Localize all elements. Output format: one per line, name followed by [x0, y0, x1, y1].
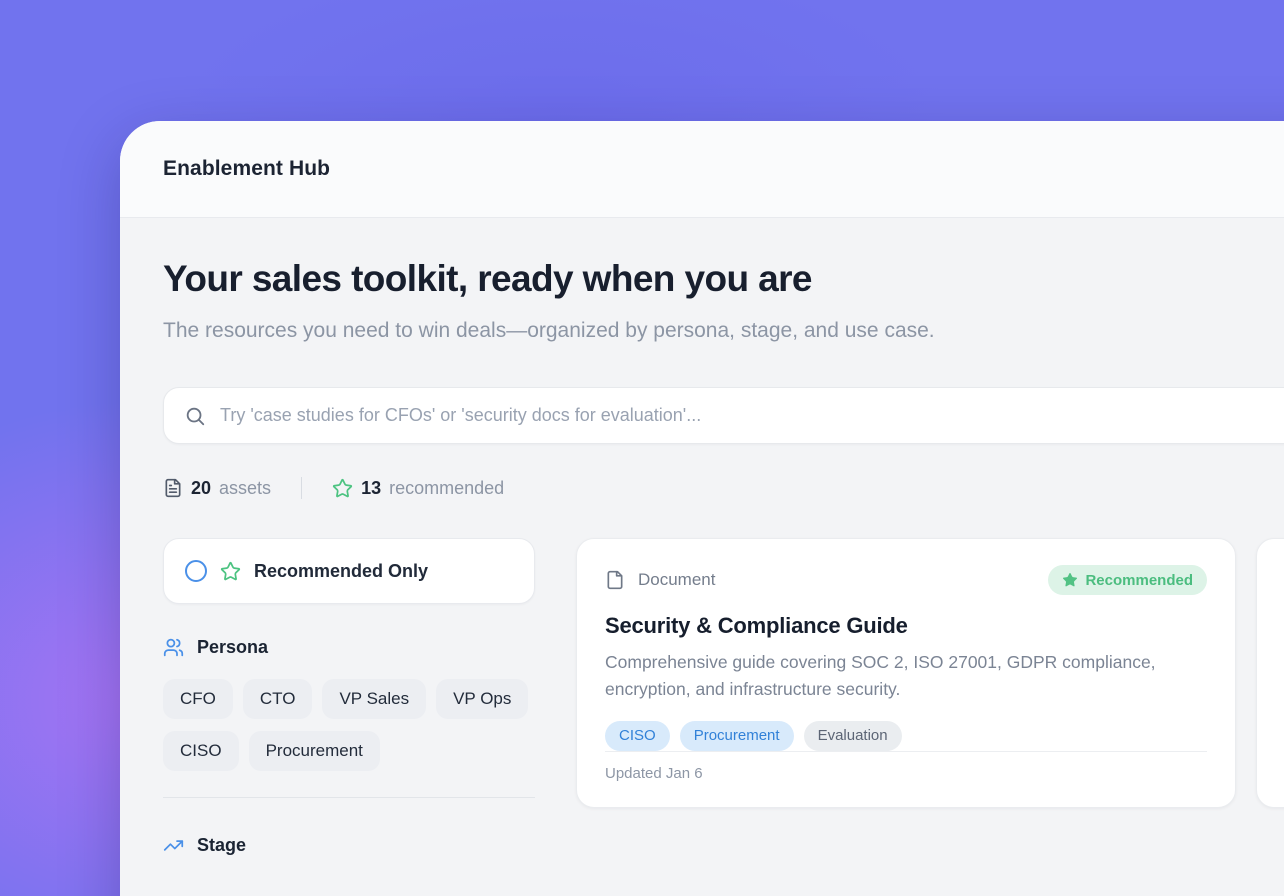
- tag-procurement: Procurement: [680, 721, 794, 751]
- search-bar: [163, 387, 1284, 444]
- assets-count: 20: [191, 478, 211, 499]
- sidebar-divider: [163, 797, 535, 798]
- assets-count-stat: 20 assets: [163, 478, 271, 499]
- card-description: Comprehensive guide covering SOC 2, ISO …: [605, 649, 1205, 703]
- recommended-label: recommended: [389, 478, 504, 499]
- file-icon: [605, 568, 625, 592]
- persona-chip-ciso[interactable]: CISO: [163, 731, 239, 771]
- assets-label: assets: [219, 478, 271, 499]
- tag-evaluation: Evaluation: [804, 721, 902, 751]
- app-header: Enablement Hub: [120, 121, 1284, 218]
- search-icon: [184, 405, 206, 427]
- page-title: Your sales toolkit, ready when you are: [163, 258, 1284, 300]
- stats-divider: [301, 477, 302, 499]
- stats-row: 20 assets 13 recommended: [163, 476, 1284, 500]
- persona-chip-vp-sales[interactable]: VP Sales: [322, 679, 426, 719]
- recommended-count-stat: 13 recommended: [332, 478, 504, 499]
- recommended-count: 13: [361, 478, 381, 499]
- recommended-badge: Recommended: [1048, 565, 1207, 595]
- card-type: Document: [605, 568, 715, 592]
- recommended-only-label: Recommended Only: [254, 561, 428, 582]
- asset-card-grid: Document Recommended Security & Complian…: [576, 538, 1284, 808]
- stage-section-header: Stage: [163, 835, 535, 856]
- main-content: Your sales toolkit, ready when you are T…: [120, 218, 1284, 856]
- card-updated-label: Updated Jan 6: [605, 765, 703, 782]
- persona-section-label: Persona: [197, 637, 268, 658]
- persona-section-header: Persona: [163, 637, 535, 658]
- filters-sidebar: Recommended Only Persona CFO CTO VP Sale…: [163, 538, 535, 856]
- recommended-only-toggle[interactable]: Recommended Only: [163, 538, 535, 604]
- persona-chip-cto[interactable]: CTO: [243, 679, 313, 719]
- star-filled-icon: [1062, 572, 1078, 588]
- card-top-row: Document Recommended: [605, 565, 1207, 595]
- persona-chip-vp-ops[interactable]: VP Ops: [436, 679, 528, 719]
- card-title: Security & Compliance Guide: [605, 613, 1207, 639]
- tag-ciso: CISO: [605, 721, 670, 751]
- card-footer: Updated Jan 6: [605, 751, 1207, 783]
- asset-card-security-compliance-guide[interactable]: Document Recommended Security & Complian…: [576, 538, 1236, 808]
- recommended-badge-label: Recommended: [1085, 572, 1193, 589]
- app-title: Enablement Hub: [163, 157, 330, 181]
- persona-chips: CFO CTO VP Sales VP Ops CISO Procurement: [163, 679, 535, 771]
- card-tags: CISO Procurement Evaluation: [605, 721, 1207, 751]
- persona-chip-cfo[interactable]: CFO: [163, 679, 233, 719]
- persona-chip-procurement[interactable]: Procurement: [249, 731, 380, 771]
- star-icon: [332, 478, 353, 499]
- stage-section-label: Stage: [197, 835, 246, 856]
- trending-up-icon: [163, 835, 184, 856]
- app-panel: Enablement Hub Your sales toolkit, ready…: [120, 121, 1284, 896]
- card-type-label: Document: [638, 570, 715, 590]
- search-input[interactable]: [220, 405, 1284, 426]
- file-text-icon: [163, 478, 183, 498]
- page-subtitle: The resources you need to win deals—orga…: [163, 312, 975, 349]
- radio-circle-icon[interactable]: [185, 560, 207, 582]
- asset-card-partial[interactable]: [1256, 538, 1284, 808]
- page-background: Enablement Hub Your sales toolkit, ready…: [0, 0, 1284, 896]
- star-icon: [220, 561, 241, 582]
- users-icon: [163, 637, 184, 658]
- content-columns: Recommended Only Persona CFO CTO VP Sale…: [163, 538, 1284, 856]
